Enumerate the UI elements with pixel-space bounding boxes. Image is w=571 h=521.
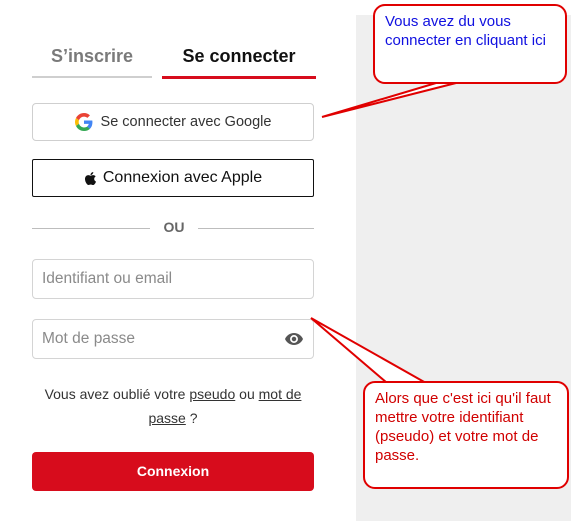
apple-login-label: Connexion avec Apple [102,169,263,186]
forgot-middle: ou [235,386,259,402]
forgot-suffix: ? [185,410,198,426]
auth-tabs: S’inscrire Se connecter [32,40,316,79]
divider-line-left [32,228,150,229]
password-field [32,319,314,359]
eye-icon[interactable] [285,332,303,346]
tab-signup[interactable]: S’inscrire [32,40,152,78]
password-input[interactable] [42,320,282,358]
apple-icon [84,171,97,186]
annotation-top-note: Vous avez du vous connecter en cliquant … [373,4,567,84]
divider-line-right [198,228,314,229]
annotation-bottom-note: Alors que c'est ici qu'il faut mettre vo… [363,381,569,489]
google-icon [74,113,93,131]
tab-login[interactable]: Se connecter [162,40,316,79]
identifier-field [32,259,314,299]
google-login-label: Se connecter avec Google [100,114,272,130]
forgot-pseudo-link[interactable]: pseudo [189,386,235,402]
login-submit-button[interactable]: Connexion [32,452,314,491]
forgot-prefix: Vous avez oublié votre [44,386,190,402]
identifier-input[interactable] [42,260,282,298]
apple-login-button[interactable]: Connexion avec Apple [32,159,314,197]
google-login-button[interactable]: Se connecter avec Google [32,103,314,141]
forgot-credentials-text: Vous avez oublié votre pseudo ou mot de … [32,382,314,430]
divider-or-label: OU [163,219,185,235]
